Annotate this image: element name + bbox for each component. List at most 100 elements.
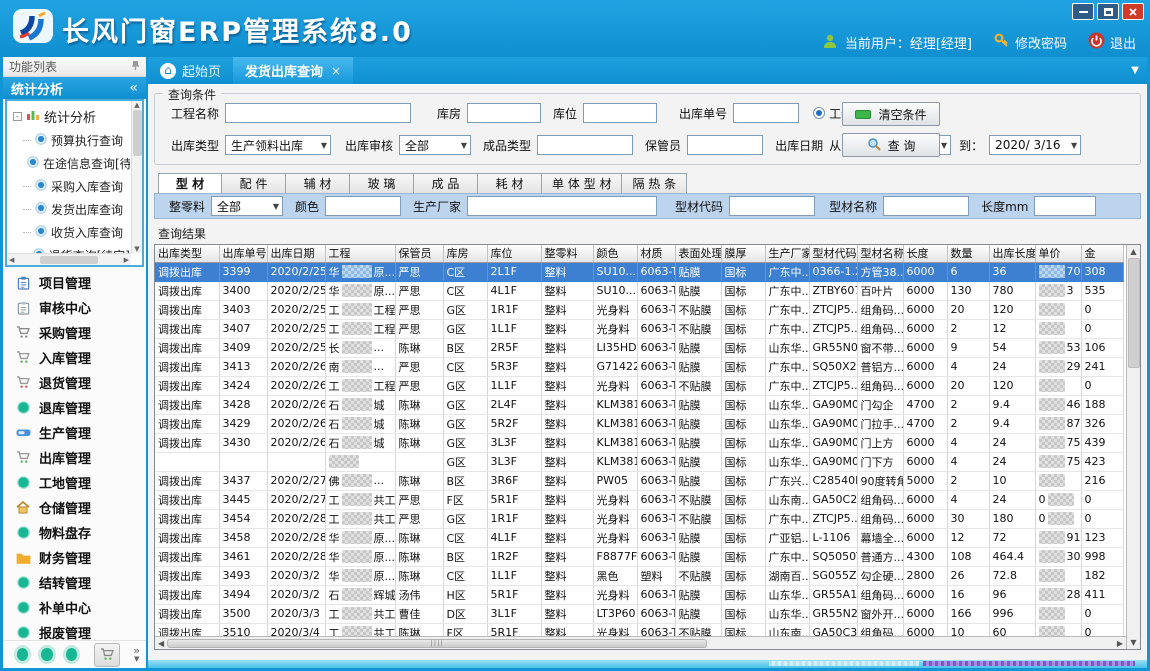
out-no-input[interactable] [733, 103, 799, 123]
tree-h-scrollbar[interactable]: ◀▶ [7, 253, 131, 265]
keeper-input[interactable] [687, 135, 763, 155]
length-input[interactable] [1034, 196, 1096, 216]
column-header[interactable]: 颜色 [593, 245, 637, 262]
tree-item-3[interactable]: 采购入库查询 [9, 175, 130, 198]
location-input[interactable] [583, 103, 657, 123]
table-row[interactable]: 调拨出库34002020/2/25华原...严思C区4L1F整料SU10...6… [155, 281, 1123, 300]
sidebar-section-statistics[interactable]: 统计分析 « [3, 77, 146, 99]
sidebar-module-14[interactable]: 补单中心 [3, 595, 146, 620]
search-button[interactable]: 查 询 [842, 133, 940, 157]
table-row[interactable]: 调拨出库34072020/2/25工工程严思G区1L1F整料光身料6063-T5… [155, 319, 1123, 338]
material-tab-8[interactable]: 隔 热 条 [622, 173, 687, 193]
logout-link[interactable]: 退出 [1088, 32, 1136, 53]
column-header[interactable]: 金 [1081, 245, 1123, 262]
column-header[interactable]: 整零料 [541, 245, 593, 262]
date-to-select[interactable]: 2020/ 3/16▼ [989, 135, 1081, 155]
profile-code-input[interactable] [729, 196, 815, 216]
column-header[interactable]: 材质 [637, 245, 675, 262]
color-input[interactable] [325, 196, 401, 216]
warehouse-input[interactable] [467, 103, 541, 123]
table-row[interactable]: 调拨出库34452020/2/27工共工程严思F区5R1F整料光身料6063-T… [155, 490, 1123, 509]
material-tab-5[interactable]: 成 品 [414, 173, 478, 193]
sidebar-module-4[interactable]: 入库管理 [3, 345, 146, 370]
tree-v-scrollbar[interactable]: ▲▼ [131, 101, 142, 253]
tab-shipment-outbound-query[interactable]: 发货出库查询 × [233, 57, 353, 84]
tree-expander-icon[interactable]: - [13, 112, 22, 121]
out-type-select[interactable]: 生产领料出库▼ [225, 135, 331, 155]
sidebar-module-8[interactable]: 出库管理 [3, 445, 146, 470]
material-tab-3[interactable]: 辅 材 [286, 173, 350, 193]
material-tab-7[interactable]: 单 体 型 材 [542, 173, 622, 193]
table-row[interactable]: 调拨出库34242020/2/26工工程严思G区1L1F整料光身料6063-T5… [155, 376, 1123, 395]
maximize-button[interactable] [1097, 3, 1119, 20]
table-row[interactable]: 调拨出库34292020/2/26石城陈琳G区5R2F整料KLM38176063… [155, 414, 1123, 433]
sidebar-module-5[interactable]: 退货管理 [3, 370, 146, 395]
manufacturer-input[interactable] [467, 196, 657, 216]
module-dot-icon[interactable] [66, 648, 77, 661]
material-tab-4[interactable]: 玻 璃 [350, 173, 414, 193]
sidebar-module-12[interactable]: 财务管理 [3, 545, 146, 570]
pin-icon[interactable] [131, 60, 140, 74]
sidebar-module-1[interactable]: 项目管理 [3, 270, 146, 295]
collapse-icon[interactable]: « [129, 80, 138, 96]
module-dot-icon[interactable] [17, 648, 28, 661]
more-modules-button[interactable]: »▼ [133, 647, 140, 663]
tab-close-icon[interactable]: × [331, 64, 341, 78]
column-header[interactable]: 出库类型 [155, 245, 219, 262]
table-row[interactable]: 调拨出库34612020/2/28华原...陈琳B区1R2F整料F8877FT6… [155, 547, 1123, 566]
table-row[interactable]: 调拨出库34032020/2/25工工程严思G区1R1F整料光身料6063-T5… [155, 300, 1123, 319]
table-row[interactable]: G区3L3F整料KLM38176063-T5贴膜国标山东华...GA90M09.… [155, 452, 1123, 471]
sidebar-module-2[interactable]: 审核中心 [3, 295, 146, 320]
grid-h-scrollbar[interactable]: ◀||||▶ [155, 636, 1126, 649]
tree-item-1[interactable]: 预算执行查询 [9, 129, 130, 152]
sidebar-module-9[interactable]: 工地管理 [3, 470, 146, 495]
profile-name-input[interactable] [883, 196, 969, 216]
tree-root-statistics[interactable]: - 统计分析 [9, 103, 130, 129]
sidebar-module-7[interactable]: 生产管理 [3, 420, 146, 445]
change-password-link[interactable]: 修改密码 [993, 33, 1067, 53]
tree-item-5[interactable]: 收货入库查询 [9, 221, 130, 244]
whole-part-select[interactable]: 全部▼ [211, 196, 283, 216]
table-row[interactable]: 调拨出库34582020/2/28华原...陈琳C区4L1F整料光身料6063-… [155, 528, 1123, 547]
column-header[interactable]: 单价 [1035, 245, 1081, 262]
tree-item-6[interactable]: 退货查询[待定] [9, 244, 130, 253]
sidebar-module-13[interactable]: 结转管理 [3, 570, 146, 595]
minimize-button[interactable] [1072, 3, 1094, 20]
table-row[interactable]: 调拨出库34942020/3/2石辉城汤伟H区5R1F整料光身料6063-T5贴… [155, 585, 1123, 604]
column-header[interactable]: 库房 [443, 245, 487, 262]
audit-select[interactable]: 全部▼ [399, 135, 471, 155]
table-row[interactable]: 调拨出库34372020/2/27佛...陈琳B区3R6F整料PW056063-… [155, 471, 1123, 490]
column-header[interactable]: 出库长度 [989, 245, 1035, 262]
column-header[interactable]: 长度 [903, 245, 947, 262]
grid-v-scrollbar[interactable]: ▲▼ [1126, 245, 1140, 649]
column-header[interactable]: 型材代码 [809, 245, 857, 262]
module-dot-icon[interactable] [41, 648, 52, 661]
sidebar-module-15[interactable]: 报废管理 [3, 620, 146, 640]
column-header[interactable]: 表面处理 [675, 245, 721, 262]
tree-item-4[interactable]: 发货出库查询 [9, 198, 130, 221]
column-header[interactable]: 出库日期 [267, 245, 325, 262]
table-row[interactable]: 调拨出库34132020/2/26南...严思C区5R3F整料G71422606… [155, 357, 1123, 376]
sidebar-module-11[interactable]: 物料盘存 [3, 520, 146, 545]
column-header[interactable]: 膜厚 [721, 245, 765, 262]
table-row[interactable]: 调拨出库35102020/3/4工共工程陈琳F区5R1F整料光身料6063-T5… [155, 623, 1123, 636]
tree-item-2[interactable]: 在途信息查询[待 [9, 152, 130, 175]
table-row[interactable]: 调拨出库35002020/3/3工共工程曹佳D区3L1F整料LT3P606063… [155, 604, 1123, 623]
tab-home[interactable]: ⌂ 起始页 [148, 57, 233, 84]
close-button[interactable] [1122, 3, 1144, 20]
column-header[interactable]: 保管员 [395, 245, 443, 262]
column-header[interactable]: 库位 [487, 245, 541, 262]
project-name-input[interactable] [225, 103, 411, 123]
clear-conditions-button[interactable]: 清空条件 [842, 102, 940, 126]
cart-shortcut-button[interactable] [94, 643, 120, 667]
column-header[interactable]: 出库单号 [219, 245, 267, 262]
column-header[interactable]: 生产厂家 [765, 245, 809, 262]
column-header[interactable]: 数量 [947, 245, 989, 262]
table-row[interactable]: 调拨出库33992020/2/25华原...严思C区2L1F整料SU10...6… [155, 262, 1123, 281]
material-tab-2[interactable]: 配 件 [222, 173, 286, 193]
sidebar-module-3[interactable]: 采购管理 [3, 320, 146, 345]
column-header[interactable]: 型材名称 [857, 245, 903, 262]
material-tab-1[interactable]: 型 材 [158, 173, 222, 193]
material-tab-6[interactable]: 耗 材 [478, 173, 542, 193]
tab-list-dropdown-icon[interactable]: ▼ [1131, 65, 1139, 76]
